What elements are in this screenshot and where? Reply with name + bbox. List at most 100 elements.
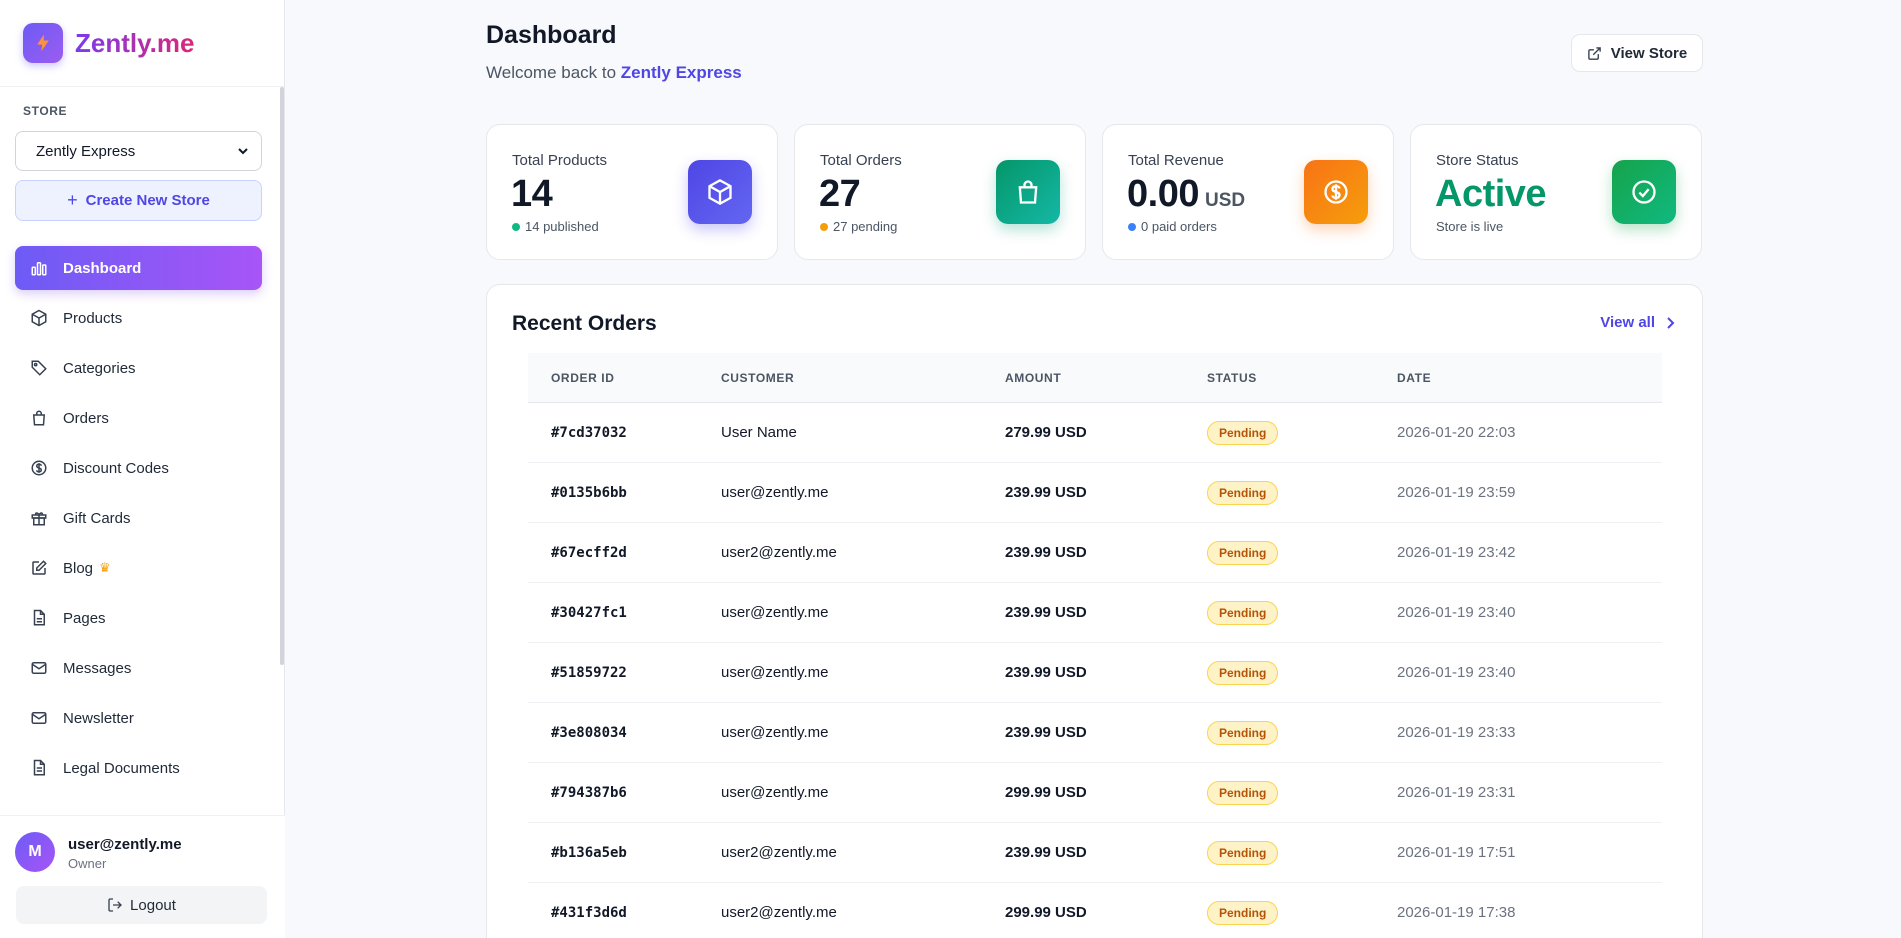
dollar-circle-icon <box>1304 160 1368 224</box>
file-icon <box>29 608 49 628</box>
table-row[interactable]: #3e808034 user@zently.me 239.99 USD Pending… <box>528 703 1662 763</box>
sidebar-item-products[interactable]: Products <box>15 296 262 340</box>
order-date: 2026-01-19 23:42 <box>1397 544 1516 561</box>
sidebar-item-label: Dashboard <box>63 259 142 277</box>
gift-icon <box>29 508 49 528</box>
amount: 239.99 USD <box>1005 484 1087 501</box>
stat-sub: 14 published <box>512 219 599 234</box>
table-row[interactable]: #51859722 user@zently.me 239.99 USD Pending… <box>528 643 1662 703</box>
sidebar-item-label: Legal Documents <box>63 759 180 777</box>
sidebar-item-label: Messages <box>63 659 132 677</box>
sidebar-item-orders[interactable]: Orders <box>15 396 262 440</box>
welcome-prefix: Welcome back to <box>486 63 621 82</box>
sidebar-item-pages[interactable]: Pages <box>15 596 262 640</box>
avatar[interactable]: M <box>15 832 55 872</box>
dollar-circle-icon <box>29 458 49 478</box>
stat-card-orders: Total Orders 27 27 pending <box>794 124 1086 260</box>
recent-orders-title: Recent Orders <box>512 312 657 335</box>
customer: user@zently.me <box>721 784 829 801</box>
order-date: 2026-01-20 22:03 <box>1397 424 1516 441</box>
sidebar-item-newsletter[interactable]: Newsletter <box>15 696 262 740</box>
status-dot <box>820 222 828 231</box>
table-row[interactable]: #431f3d6d user2@zently.me 299.99 USD Pendin… <box>528 883 1662 938</box>
table-body: #7cd37032 User Name 279.99 USD Pending 2026-… <box>528 403 1662 938</box>
sidebar-item-messages[interactable]: Messages <box>15 646 262 690</box>
external-link-icon <box>1587 46 1601 60</box>
tag-icon <box>29 358 49 378</box>
stat-sub-text: 14 published <box>525 219 599 234</box>
table-row[interactable]: #30427fc1 user@zently.me 239.99 USD Pending… <box>528 583 1662 643</box>
stat-sub-text: 27 pending <box>833 219 898 234</box>
mail-icon <box>29 708 49 728</box>
store-label: STORE <box>23 104 68 118</box>
order-id[interactable]: #67ecff2d <box>551 545 627 561</box>
order-id[interactable]: #51859722 <box>551 665 627 681</box>
customer: user@zently.me <box>721 664 829 681</box>
order-id[interactable]: #3e808034 <box>551 725 627 741</box>
sidebar-item-label: Categories <box>63 359 136 377</box>
order-date: 2026-01-19 17:51 <box>1397 844 1516 861</box>
status-badge: Pending <box>1207 420 1279 445</box>
sidebar-item-categories[interactable]: Categories <box>15 346 262 390</box>
table-row[interactable]: #7cd37032 User Name 279.99 USD Pending 2026-… <box>528 403 1662 463</box>
sidebar-item-blog[interactable]: Blog ♛ <box>15 546 262 590</box>
table-row[interactable]: #67ecff2d user2@zently.me 239.99 USD Pendin… <box>528 523 1662 583</box>
chevron-right-icon <box>1667 316 1675 329</box>
customer: user2@zently.me <box>721 904 837 921</box>
table-row[interactable]: #b136a5eb user2@zently.me 239.99 USD Pendin… <box>528 823 1662 883</box>
welcome-text: Welcome back to Zently Express <box>486 63 742 83</box>
welcome-store-name[interactable]: Zently Express <box>621 63 742 82</box>
table-row[interactable]: #0135b6bb user@zently.me 239.99 USD Pending… <box>528 463 1662 523</box>
order-id[interactable]: #30427fc1 <box>551 605 627 621</box>
sidebar-item-label: Newsletter <box>63 709 134 727</box>
shopping-bag-icon <box>996 160 1060 224</box>
amount: 239.99 USD <box>1005 844 1087 861</box>
store-select[interactable]: Zently Express <box>15 131 262 171</box>
customer: user2@zently.me <box>721 844 837 861</box>
amount: 239.99 USD <box>1005 664 1087 681</box>
table-row[interactable]: #794387b6 user@zently.me 299.99 USD Pending… <box>528 763 1662 823</box>
mail-icon <box>29 658 49 678</box>
stat-sub-text: 0 paid orders <box>1141 219 1217 234</box>
check-circle-icon <box>1612 160 1676 224</box>
sidebar-item-discount-codes[interactable]: Discount Codes <box>15 446 262 490</box>
user-email: user@zently.me <box>68 836 182 853</box>
order-id[interactable]: #7cd37032 <box>551 425 627 441</box>
view-store-button[interactable]: View Store <box>1571 34 1703 72</box>
column-header: STATUS <box>1207 370 1257 385</box>
order-id[interactable]: #b136a5eb <box>551 845 627 861</box>
sidebar-item-gift-cards[interactable]: Gift Cards <box>15 496 262 540</box>
sidebar-scrollbar[interactable] <box>280 87 284 665</box>
stat-sub: 27 pending <box>820 219 897 234</box>
sidebar-item-label: Orders <box>63 409 109 427</box>
sidebar-item-label: Discount Codes <box>63 459 169 477</box>
sidebar-item-label: Pages <box>63 609 106 627</box>
column-header: DATE <box>1397 370 1432 385</box>
sidebar-item-legal-documents[interactable]: Legal Documents <box>15 746 262 790</box>
orders-table: ORDER ID CUSTOMER AMOUNT STATUS DATE #7c… <box>528 353 1662 938</box>
order-id[interactable]: #0135b6bb <box>551 485 627 501</box>
order-date: 2026-01-19 23:40 <box>1397 604 1516 621</box>
amount: 239.99 USD <box>1005 724 1087 741</box>
customer: user@zently.me <box>721 604 829 621</box>
brand[interactable]: Zently.me <box>0 0 284 87</box>
stat-value-unit: USD <box>1204 190 1246 211</box>
box-icon <box>29 308 49 328</box>
logout-button[interactable]: Logout <box>16 886 267 924</box>
order-date: 2026-01-19 23:31 <box>1397 784 1516 801</box>
view-all-link[interactable]: View all <box>1600 314 1675 331</box>
brand-name: Zently.me <box>75 27 195 58</box>
create-store-button[interactable]: + Create New Store <box>15 180 262 221</box>
order-id[interactable]: #431f3d6d <box>551 905 627 921</box>
stat-card-products: Total Products 14 14 published <box>486 124 778 260</box>
sidebar-item-dashboard[interactable]: Dashboard <box>15 246 262 290</box>
order-id[interactable]: #794387b6 <box>551 785 627 801</box>
plus-icon: + <box>67 190 78 210</box>
stat-card-revenue: Total Revenue 0.00 USD 0 paid orders <box>1102 124 1394 260</box>
stat-value: Active <box>1435 173 1547 215</box>
sidebar-nav: Dashboard Products Categories Orders Dis… <box>15 246 262 796</box>
file-text-icon <box>29 758 49 778</box>
sidebar-item-label: Gift Cards <box>63 509 131 527</box>
column-header: CUSTOMER <box>721 370 795 385</box>
store-select-value: Zently Express <box>36 142 136 160</box>
